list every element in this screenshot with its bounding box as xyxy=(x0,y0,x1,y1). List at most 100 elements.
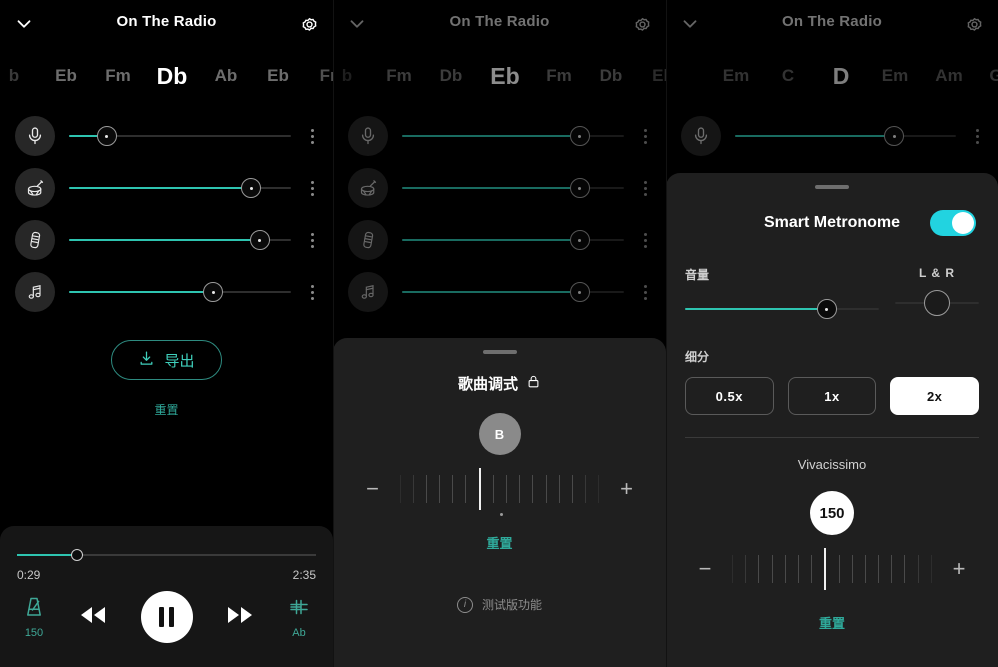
slider-knob[interactable] xyxy=(569,282,590,302)
metronome-button[interactable]: 150 xyxy=(22,595,46,639)
key-reset-link[interactable]: 重置 xyxy=(333,533,666,552)
tempo-reset-link[interactable]: 重置 xyxy=(666,613,998,632)
bpm-increment-button[interactable]: + xyxy=(946,558,972,580)
chord-item[interactable]: Em xyxy=(710,66,762,86)
chord-item[interactable]: Eb xyxy=(637,66,666,86)
slider-fill xyxy=(402,187,580,189)
chord-item[interactable]: G xyxy=(976,66,998,86)
bpm-decrement-button[interactable]: − xyxy=(692,558,718,580)
tempo-ruler[interactable] xyxy=(732,541,932,597)
volume-slider[interactable] xyxy=(402,168,624,208)
gear-icon[interactable] xyxy=(295,10,323,38)
drum-icon[interactable] xyxy=(15,168,55,208)
slider-knob[interactable] xyxy=(569,178,590,198)
slider-knob[interactable] xyxy=(884,126,905,146)
volume-slider[interactable] xyxy=(69,168,291,208)
fast-forward-button[interactable] xyxy=(225,604,255,631)
guitar-fretboard-icon[interactable] xyxy=(15,220,55,260)
subdivision-option-1x[interactable]: 1x xyxy=(787,377,877,415)
key-decrement-button[interactable]: − xyxy=(360,478,386,500)
pan-knob[interactable] xyxy=(924,290,950,316)
pause-button[interactable] xyxy=(140,591,193,643)
chord-item[interactable]: Fm xyxy=(533,66,585,86)
key-sheet-title: 歌曲调式 xyxy=(333,373,666,394)
music-note-icon[interactable] xyxy=(348,272,388,312)
volume-slider[interactable] xyxy=(69,220,291,260)
track-menu-icon[interactable] xyxy=(297,180,327,196)
chord-strip[interactable]: b Eb Fm Db Ab Eb Fn xyxy=(0,47,333,105)
bpm-bubble[interactable]: 150 xyxy=(810,491,854,535)
chord-item-active[interactable]: Eb xyxy=(477,63,533,90)
metronome-toggle[interactable] xyxy=(930,210,976,236)
track-menu-icon[interactable] xyxy=(962,128,992,144)
track-menu-icon[interactable] xyxy=(297,128,327,144)
gear-icon[interactable] xyxy=(628,10,656,38)
microphone-icon[interactable] xyxy=(348,116,388,156)
music-note-icon[interactable] xyxy=(15,272,55,312)
subdivision-option-2x[interactable]: 2x xyxy=(890,377,980,415)
chord-item[interactable]: Fn xyxy=(304,66,333,86)
slider-knob[interactable] xyxy=(96,126,117,146)
microphone-icon[interactable] xyxy=(681,116,721,156)
guitar-fretboard-icon[interactable] xyxy=(348,220,388,260)
export-button[interactable]: 导出 xyxy=(111,340,222,380)
volume-slider[interactable] xyxy=(402,272,624,312)
chord-item-active[interactable]: Db xyxy=(144,63,200,90)
slider-knob[interactable] xyxy=(569,230,590,250)
chord-item[interactable]: b xyxy=(0,66,40,86)
chord-item[interactable]: Em xyxy=(868,66,922,86)
chord-item[interactable]: Ab xyxy=(200,66,252,86)
key-sheet-title-label: 歌曲调式 xyxy=(457,376,518,393)
track-row xyxy=(0,266,333,318)
volume-slider[interactable] xyxy=(69,116,291,156)
chord-item[interactable]: Fm xyxy=(92,66,144,86)
lock-icon[interactable] xyxy=(526,374,541,393)
chord-item[interactable]: Db xyxy=(425,66,477,86)
volume-slider[interactable] xyxy=(402,116,624,156)
key-ruler[interactable] xyxy=(399,461,600,517)
sheet-grabber[interactable] xyxy=(482,350,517,354)
chord-item[interactable]: Am xyxy=(922,66,976,86)
rewind-button[interactable] xyxy=(78,604,108,631)
track-menu-icon[interactable] xyxy=(630,180,660,196)
subdivision-option-half[interactable]: 0.5x xyxy=(685,377,774,415)
chord-strip[interactable]: Em C D Em Am G xyxy=(666,47,998,105)
pitch-button[interactable]: Ab xyxy=(287,595,311,639)
chord-item-active[interactable]: D xyxy=(814,63,868,90)
info-icon[interactable]: i xyxy=(456,596,473,613)
chord-item[interactable]: Eb xyxy=(252,66,304,86)
seek-knob[interactable] xyxy=(70,549,83,561)
track-menu-icon[interactable] xyxy=(297,232,327,248)
drum-icon[interactable] xyxy=(348,168,388,208)
slider-fill xyxy=(402,239,580,241)
microphone-icon[interactable] xyxy=(15,116,55,156)
seek-slider[interactable] xyxy=(17,548,316,562)
gear-icon[interactable] xyxy=(960,10,988,38)
slider-knob[interactable] xyxy=(249,230,270,250)
key-value-bubble[interactable]: B xyxy=(478,413,521,455)
slider-knob[interactable] xyxy=(569,126,590,146)
track-menu-icon[interactable] xyxy=(630,284,660,300)
track-menu-icon[interactable] xyxy=(297,284,327,300)
key-increment-button[interactable]: + xyxy=(614,478,640,500)
chord-item[interactable]: C xyxy=(762,66,814,86)
volume-slider[interactable] xyxy=(402,220,624,260)
track-menu-icon[interactable] xyxy=(630,232,660,248)
volume-slider[interactable] xyxy=(735,116,956,156)
sheet-grabber[interactable] xyxy=(815,185,849,189)
metronome-pan-slider[interactable] xyxy=(895,290,979,316)
chord-item[interactable]: Fm xyxy=(373,66,425,86)
slider-knob[interactable] xyxy=(241,178,262,198)
chord-item[interactable]: Db xyxy=(585,66,637,86)
download-icon xyxy=(138,350,155,371)
metronome-volume-slider[interactable] xyxy=(685,296,879,322)
chord-item[interactable]: Eb xyxy=(40,66,92,86)
volume-slider[interactable] xyxy=(69,272,291,312)
slider-knob[interactable] xyxy=(816,299,837,319)
chord-strip[interactable]: b Fm Db Eb Fm Db Eb xyxy=(333,47,666,105)
track-menu-icon[interactable] xyxy=(630,128,660,144)
panel-key-sheet: On The Radio b Fm Db Eb Fm Db Eb xyxy=(333,0,666,667)
slider-knob[interactable] xyxy=(203,282,224,302)
chord-item[interactable]: b xyxy=(333,66,373,86)
reset-link[interactable]: 重置 xyxy=(0,401,333,418)
